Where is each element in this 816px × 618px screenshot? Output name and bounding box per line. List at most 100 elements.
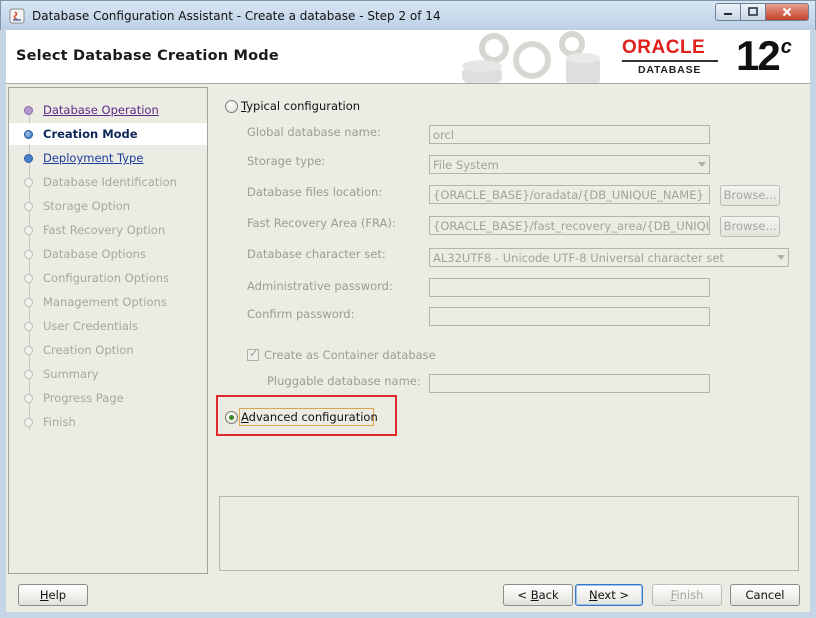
step-label: Database Operation [43,103,159,117]
db-files-location-input[interactable]: {ORACLE_BASE}/oradata/{DB_UNIQUE_NAME} [429,185,710,204]
label-text: inish [676,588,704,602]
step-dot-icon [24,370,33,379]
step-label: Finish [43,415,76,429]
step-label: Management Options [43,295,167,309]
charset-label: Database character set: [247,247,386,261]
step-storage-option: Storage Option [9,195,207,217]
typical-config-radio[interactable] [225,100,238,113]
step-label: Configuration Options [43,271,170,285]
label-text: ypical configuration [246,99,361,113]
step-user-credentials: User Credentials [9,315,207,337]
chevron-down-icon [777,255,785,260]
mnemonic: A [241,410,249,424]
global-db-name-label: Global database name: [247,125,381,139]
browse-db-files-button[interactable]: Browse... [720,185,780,206]
title-bar: Database Configuration Assistant - Creat… [0,0,816,30]
step-label: Summary [43,367,99,381]
help-button[interactable]: Help [18,584,88,606]
back-button[interactable]: < Back [503,584,573,606]
step-dot-icon [24,106,33,115]
chevron-down-icon [698,162,706,167]
container-db-label: Create as Container database [264,348,436,362]
label-text: dvanced configuration [248,410,378,424]
oracle-logo: ORACLE DATABASE [622,38,730,76]
step-creation-mode[interactable]: Creation Mode [9,123,207,145]
mnemonic: N [588,588,598,602]
pluggable-db-name-input[interactable] [429,374,710,393]
db-files-location-label: Database files location: [247,185,383,199]
maximize-icon [748,7,758,16]
page-title: Select Database Creation Mode [16,48,279,64]
admin-password-label: Administrative password: [247,279,393,293]
step-label: Database Identification [43,175,177,189]
maximize-button[interactable] [740,3,766,21]
label-text: < [517,588,531,602]
step-label: Database Options [43,247,146,261]
step-configuration-options: Configuration Options [9,267,207,289]
wizard-header: Select Database Creation Mode ORACLE DAT… [6,30,810,84]
advanced-config-label[interactable]: Advanced configuration [241,410,378,424]
container-db-checkbox[interactable] [247,347,259,361]
step-label: Progress Page [43,391,124,405]
step-dot-icon [24,154,33,163]
finish-button[interactable]: Finish [652,584,722,606]
step-dot-icon [24,394,33,403]
oracle-wordmark: ORACLE [622,37,706,58]
version-badge: 12 c [736,32,792,80]
step-management-options: Management Options [9,291,207,313]
step-dot-icon [24,226,33,235]
step-database-identification: Database Identification [9,171,207,193]
step-database-operation[interactable]: Database Operation [9,99,207,121]
close-icon [782,7,792,17]
step-dot-icon [24,178,33,187]
step-dot-icon [24,130,33,139]
typical-config-label[interactable]: Typical configuration [241,99,360,113]
window-title: Database Configuration Assistant - Creat… [32,9,441,23]
browse-fra-button[interactable]: Browse... [720,216,780,237]
admin-password-input[interactable] [429,278,710,297]
label-text: ack [538,588,559,602]
storage-type-value: File System [433,158,499,172]
next-button[interactable]: Next > [575,584,643,606]
minimize-icon [724,13,732,15]
step-dot-icon [24,298,33,307]
step-label: Fast Recovery Option [43,223,166,237]
logo-rule [622,60,718,62]
step-database-options: Database Options [9,243,207,265]
step-dot-icon [24,418,33,427]
advanced-config-radio[interactable] [225,411,238,424]
oracle-database-label: DATABASE [638,64,702,76]
step-label: User Credentials [43,319,139,333]
step-dot-icon [24,322,33,331]
step-dot-icon [24,274,33,283]
version-suffix: c [780,36,792,58]
confirm-password-label: Confirm password: [247,307,355,321]
main-content: Typical configuration Global database na… [210,87,808,574]
step-creation-option: Creation Option [9,339,207,361]
charset-value: AL32UTF8 - Unicode UTF-8 Universal chara… [433,251,724,265]
step-label: Storage Option [43,199,131,213]
version-number: 12 [736,32,781,79]
fra-label: Fast Recovery Area (FRA): [247,216,396,230]
step-finish: Finish [9,411,207,433]
step-fast-recovery-option: Fast Recovery Option [9,219,207,241]
mnemonic: B [530,588,539,602]
cancel-button[interactable]: Cancel [730,584,800,606]
global-db-name-input[interactable]: orcl [429,125,710,144]
storage-type-select[interactable]: File System [429,155,710,174]
details-panel [219,496,799,571]
pluggable-db-name-label: Pluggable database name: [267,374,421,388]
label-text: ext > [597,588,630,602]
mnemonic: H [39,588,49,602]
step-dot-icon [24,346,33,355]
charset-select[interactable]: AL32UTF8 - Unicode UTF-8 Universal chara… [429,248,789,267]
step-dot-icon [24,250,33,259]
close-button[interactable] [765,3,809,21]
minimize-button[interactable] [715,3,741,21]
step-progress-page: Progress Page [9,387,207,409]
confirm-password-input[interactable] [429,307,710,326]
step-deployment-type[interactable]: Deployment Type [9,147,207,169]
fra-input[interactable]: {ORACLE_BASE}/fast_recovery_area/{DB_UNI… [429,216,710,235]
label-text: elp [48,588,67,602]
step-label: Creation Mode [43,127,138,141]
